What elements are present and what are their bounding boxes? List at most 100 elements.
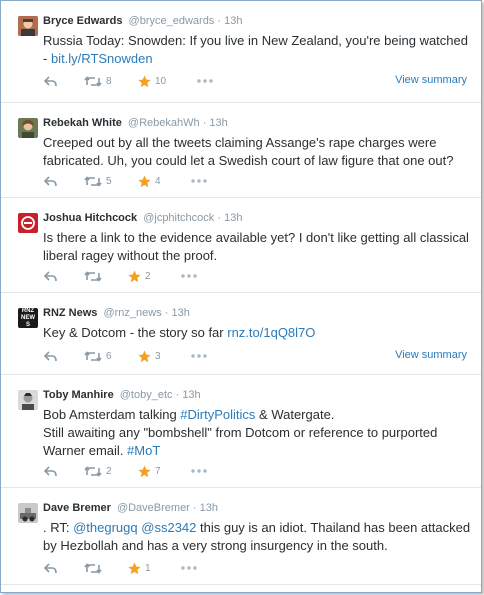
mention-link[interactable]: @ss2342	[141, 520, 196, 535]
timestamp[interactable]: 13h	[200, 502, 218, 514]
tweet-line: Warner email. #MoT	[43, 442, 473, 460]
tweet-header: RNZ News @rnz_news · 13h	[43, 307, 190, 319]
timestamp[interactable]: 13h	[224, 15, 242, 27]
hashtag-link[interactable]: #DirtyPolitics	[180, 407, 255, 422]
tweet[interactable]: Bryce Edwards @bryce_edwards · 13h Russi…	[1, 1, 481, 103]
retweet-icon	[84, 270, 102, 282]
hashtag-link[interactable]: #MoT	[127, 443, 160, 458]
favorite-count: 2	[145, 270, 151, 282]
favorite-count: 1	[145, 562, 151, 574]
tweet[interactable]: RNZ NEWS RNZ News @rnz_news · 13h Key & …	[1, 293, 481, 375]
retweet-icon	[84, 175, 102, 187]
separator: ·	[175, 389, 180, 401]
tweet-text-body: this guy is an idiot. Thailand has been …	[196, 520, 471, 535]
favorite-star-icon	[138, 175, 151, 187]
tweet-text: Creeped out by all the tweets claiming A…	[43, 135, 454, 168]
separator: ·	[217, 15, 222, 27]
avatar[interactable]	[18, 503, 38, 523]
tweet[interactable]: Toby Manhire @toby_etc · 13h Bob Amsterd…	[1, 375, 481, 488]
favorite-button[interactable]: 2	[128, 268, 151, 284]
user-name[interactable]: Toby Manhire	[43, 389, 114, 401]
favorite-star-icon	[138, 465, 151, 477]
user-handle[interactable]: @RebekahWh	[128, 117, 200, 129]
timeline-frame: Bryce Edwards @bryce_edwards · 13h Russi…	[0, 0, 482, 593]
timestamp[interactable]: 13h	[209, 117, 227, 129]
favorite-button[interactable]: 1	[128, 560, 151, 576]
tweet-line: . RT: @thegrugq @ss2342 this guy is an i…	[43, 519, 473, 537]
more-button[interactable]	[191, 463, 207, 479]
retweet-icon	[84, 350, 102, 362]
avatar[interactable]	[18, 390, 38, 410]
view-summary-link[interactable]: View summary	[395, 349, 467, 361]
favorite-button[interactable]: 4	[138, 173, 161, 189]
avatar[interactable]	[18, 16, 38, 36]
more-dots-icon	[191, 354, 207, 358]
separator: ·	[217, 212, 222, 224]
more-button[interactable]	[181, 560, 197, 576]
retweet-button[interactable]: 5	[84, 173, 112, 189]
retweet-count: 8	[106, 75, 112, 87]
tweet[interactable]: Joshua Hitchcock @jcphitchcock · 13h Is …	[1, 198, 481, 293]
tweet-line: Bob Amsterdam talking #DirtyPolitics & W…	[43, 406, 473, 424]
more-button[interactable]	[191, 348, 207, 364]
tweet-line: by Hezbollah and has a very strong insur…	[43, 538, 388, 553]
view-summary-link[interactable]: View summary	[395, 74, 467, 86]
tweet[interactable]: Dave Bremer @DaveBremer · 13h . RT: @the…	[1, 488, 481, 585]
user-handle[interactable]: @DaveBremer	[117, 502, 190, 514]
reply-button[interactable]	[44, 560, 57, 576]
tweet-text: Russia Today: Snowden: If you live in Ne…	[43, 32, 473, 68]
tweet-text-body: Warner email.	[43, 443, 128, 458]
more-button[interactable]	[181, 268, 197, 284]
user-handle[interactable]: @toby_etc	[120, 389, 173, 401]
favorite-button[interactable]: 10	[138, 73, 166, 89]
more-button[interactable]	[197, 73, 213, 89]
timestamp[interactable]: 13h	[224, 212, 242, 224]
avatar[interactable]	[18, 118, 38, 138]
user-name[interactable]: Joshua Hitchcock	[43, 212, 137, 224]
tweet-link[interactable]: bit.ly/RTSnowden	[51, 51, 153, 66]
user-handle[interactable]: @bryce_edwards	[129, 15, 215, 27]
favorite-button[interactable]: 7	[138, 463, 161, 479]
user-handle[interactable]: @rnz_news	[103, 307, 161, 319]
tweet[interactable]: Rebekah White @RebekahWh · 13h Creeped o…	[1, 103, 481, 198]
tweet-header: Bryce Edwards @bryce_edwards · 13h	[43, 15, 242, 27]
tweet-header: Rebekah White @RebekahWh · 13h	[43, 117, 228, 129]
retweet-button[interactable]	[84, 268, 102, 284]
tweet-text-body: & Watergate.	[255, 407, 335, 422]
user-handle[interactable]: @jcphitchcock	[143, 212, 214, 224]
timestamp[interactable]: 13h	[172, 307, 190, 319]
tweet-link[interactable]: rnz.to/1qQ8l7O	[227, 325, 315, 340]
reply-icon	[44, 270, 57, 281]
more-button[interactable]	[191, 173, 207, 189]
reply-icon	[44, 350, 57, 361]
retweet-button[interactable]: 8	[84, 73, 112, 89]
favorite-star-icon	[138, 350, 151, 362]
reply-button[interactable]	[44, 348, 57, 364]
user-name[interactable]: Bryce Edwards	[43, 15, 122, 27]
more-dots-icon	[181, 274, 197, 278]
reply-button[interactable]	[44, 268, 57, 284]
avatar-logo-text: RNZ NEWS	[21, 308, 35, 328]
user-name[interactable]: Dave Bremer	[43, 502, 111, 514]
favorite-button[interactable]: 3	[138, 348, 161, 364]
reply-icon	[44, 465, 57, 476]
tweet-header: Toby Manhire @toby_etc · 13h	[43, 389, 201, 401]
retweet-count: 2	[106, 465, 112, 477]
separator: ·	[164, 307, 169, 319]
reply-button[interactable]	[44, 463, 57, 479]
user-name[interactable]: Rebekah White	[43, 117, 122, 129]
retweet-button[interactable]: 2	[84, 463, 112, 479]
tweet-text-body: Key & Dotcom - the story so far	[43, 325, 228, 340]
avatar[interactable]	[18, 213, 38, 233]
tweet-text-body: Bob Amsterdam talking	[43, 407, 181, 422]
tweet-text: Is there a link to the evidence availabl…	[43, 230, 469, 263]
tweet-actions: 5 4	[41, 173, 471, 189]
timestamp[interactable]: 13h	[182, 389, 200, 401]
retweet-button[interactable]	[84, 560, 102, 576]
reply-button[interactable]	[44, 173, 57, 189]
retweet-button[interactable]: 6	[84, 348, 112, 364]
reply-button[interactable]	[44, 73, 57, 89]
avatar[interactable]: RNZ NEWS	[18, 308, 38, 328]
user-name[interactable]: RNZ News	[43, 307, 97, 319]
mention-link[interactable]: @thegrugq	[73, 520, 138, 535]
